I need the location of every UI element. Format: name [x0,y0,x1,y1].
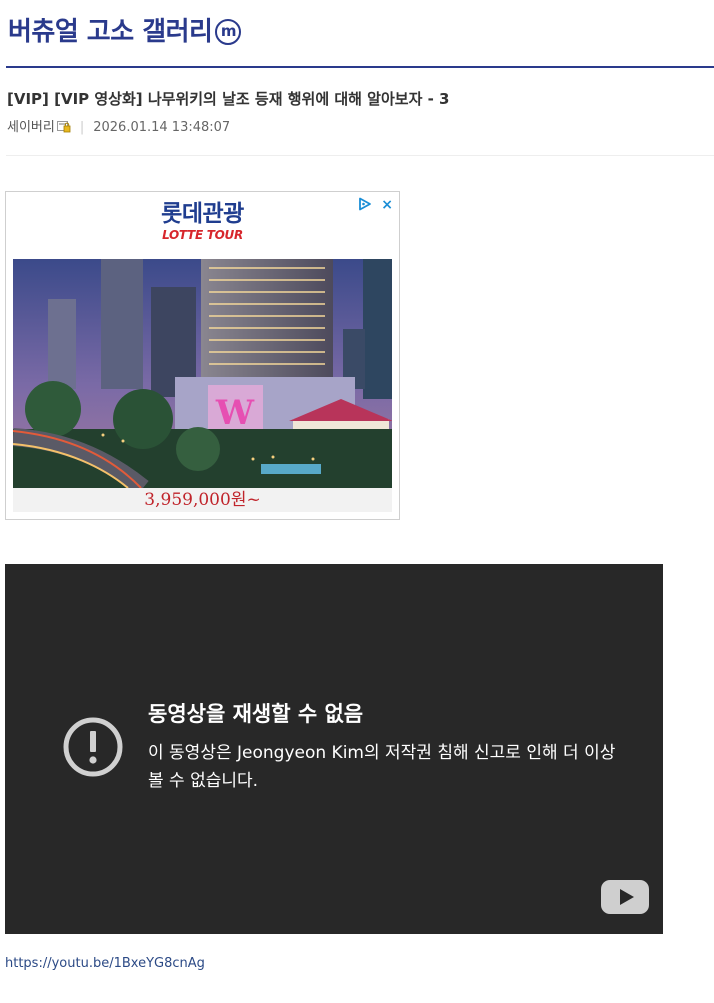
video-error-title: 동영상을 재생할 수 없음 [148,702,364,726]
mobile-gallery-badge-icon: m [215,19,242,45]
post-date: 2026.01.14 13:48:07 [93,120,231,135]
meta-divider [6,155,714,156]
post-title: [VIP] [VIP 영상화] 나무위키의 날조 등재 행위에 대해 알아보자 … [7,90,450,108]
ad-banner[interactable]: × 롯데관광 LOTTE TOUR W 3,959,000원~ [5,191,400,520]
member-lock-icon [56,120,71,140]
gallery-title[interactable]: 버츄얼 고소 갤러리 m [8,14,242,50]
video-error-message: 이 동영상은 Jeongyeon Kim의 저작권 침해 신고로 인해 더 이상… [148,743,616,791]
meta-separator: | [79,120,85,135]
ad-price[interactable]: 3,959,000원~ [13,488,392,512]
video-player[interactable]: 동영상을 재생할 수 없음 이 동영상은 Jeongyeon Kim의 저작권 … [5,564,663,934]
youtube-logo-icon[interactable] [601,880,649,914]
exclamation-circle-icon [63,717,123,777]
video-url-link[interactable]: https://youtu.be/1BxeYG8cnAg [5,955,205,973]
post-meta: 세이버리 | 2026.01.14 13:48:07 [7,118,230,140]
post-author[interactable]: 세이버리 [7,120,55,135]
gallery-header: 버츄얼 고소 갤러리 m [0,0,714,68]
ad-brand-english: LOTTE TOUR [162,228,243,242]
ad-brand-name: 롯데관광 [161,201,244,227]
header-divider [6,66,714,68]
gallery-title-text[interactable]: 버츄얼 고소 갤러리 [8,17,213,47]
svg-text:W: W [215,393,255,433]
ad-hotel-photo[interactable]: W [13,259,392,488]
